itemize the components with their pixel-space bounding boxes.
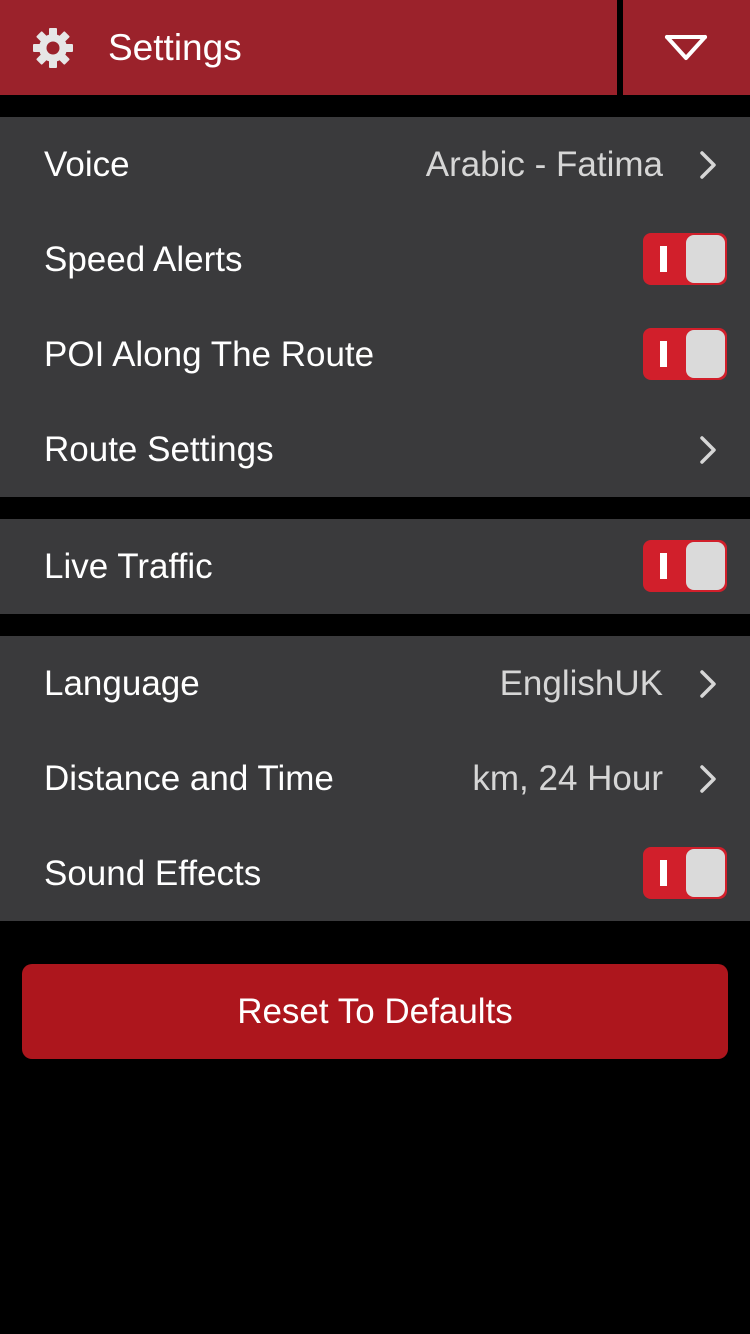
gear-icon xyxy=(33,28,73,68)
route-settings-label: Route Settings xyxy=(44,430,274,469)
live-traffic-row: Live Traffic xyxy=(0,519,750,614)
speed-alerts-row: Speed Alerts xyxy=(0,212,750,307)
distance-time-row[interactable]: Distance and Time km, 24 Hour xyxy=(0,731,750,826)
settings-group-general: Language EnglishUK Distance and Time km,… xyxy=(0,636,750,921)
poi-along-route-toggle[interactable] xyxy=(643,328,727,380)
toggle-on-indicator xyxy=(660,553,667,579)
header-bar: Settings xyxy=(0,0,750,95)
page-title: Settings xyxy=(108,27,242,68)
sound-effects-toggle[interactable] xyxy=(643,847,727,899)
distance-time-value: km, 24 Hour xyxy=(472,759,663,798)
language-label: Language xyxy=(44,664,200,703)
voice-row[interactable]: Voice Arabic - Fatima xyxy=(0,117,750,212)
reset-to-defaults-button[interactable]: Reset To Defaults xyxy=(22,964,728,1059)
poi-along-route-label: POI Along The Route xyxy=(44,335,375,374)
live-traffic-label: Live Traffic xyxy=(44,547,213,586)
toggle-on-indicator xyxy=(660,860,667,886)
chevron-right-icon xyxy=(700,436,716,464)
language-value: EnglishUK xyxy=(499,664,663,703)
language-row[interactable]: Language EnglishUK xyxy=(0,636,750,731)
poi-along-route-row: POI Along The Route xyxy=(0,307,750,402)
toggle-knob xyxy=(686,330,725,378)
toggle-on-indicator xyxy=(660,341,667,367)
voice-label: Voice xyxy=(44,145,130,184)
chevron-right-icon xyxy=(700,670,716,698)
settings-group-traffic: Live Traffic xyxy=(0,519,750,614)
voice-value: Arabic - Fatima xyxy=(425,145,663,184)
sound-effects-label: Sound Effects xyxy=(44,854,262,893)
chevron-down-icon xyxy=(665,35,707,60)
chevron-right-icon xyxy=(700,765,716,793)
menu-button[interactable] xyxy=(623,0,750,95)
toggle-knob xyxy=(686,849,725,897)
header-title-area: Settings xyxy=(0,0,617,95)
toggle-knob xyxy=(686,235,725,283)
speed-alerts-label: Speed Alerts xyxy=(44,240,243,279)
sound-effects-row: Sound Effects xyxy=(0,826,750,921)
settings-group-navigation: Voice Arabic - Fatima Speed Alerts POI A… xyxy=(0,117,750,497)
chevron-right-icon xyxy=(700,151,716,179)
toggle-knob xyxy=(686,542,725,590)
route-settings-row[interactable]: Route Settings xyxy=(0,402,750,497)
speed-alerts-toggle[interactable] xyxy=(643,233,727,285)
live-traffic-toggle[interactable] xyxy=(643,540,727,592)
distance-time-label: Distance and Time xyxy=(44,759,334,798)
toggle-on-indicator xyxy=(660,246,667,272)
